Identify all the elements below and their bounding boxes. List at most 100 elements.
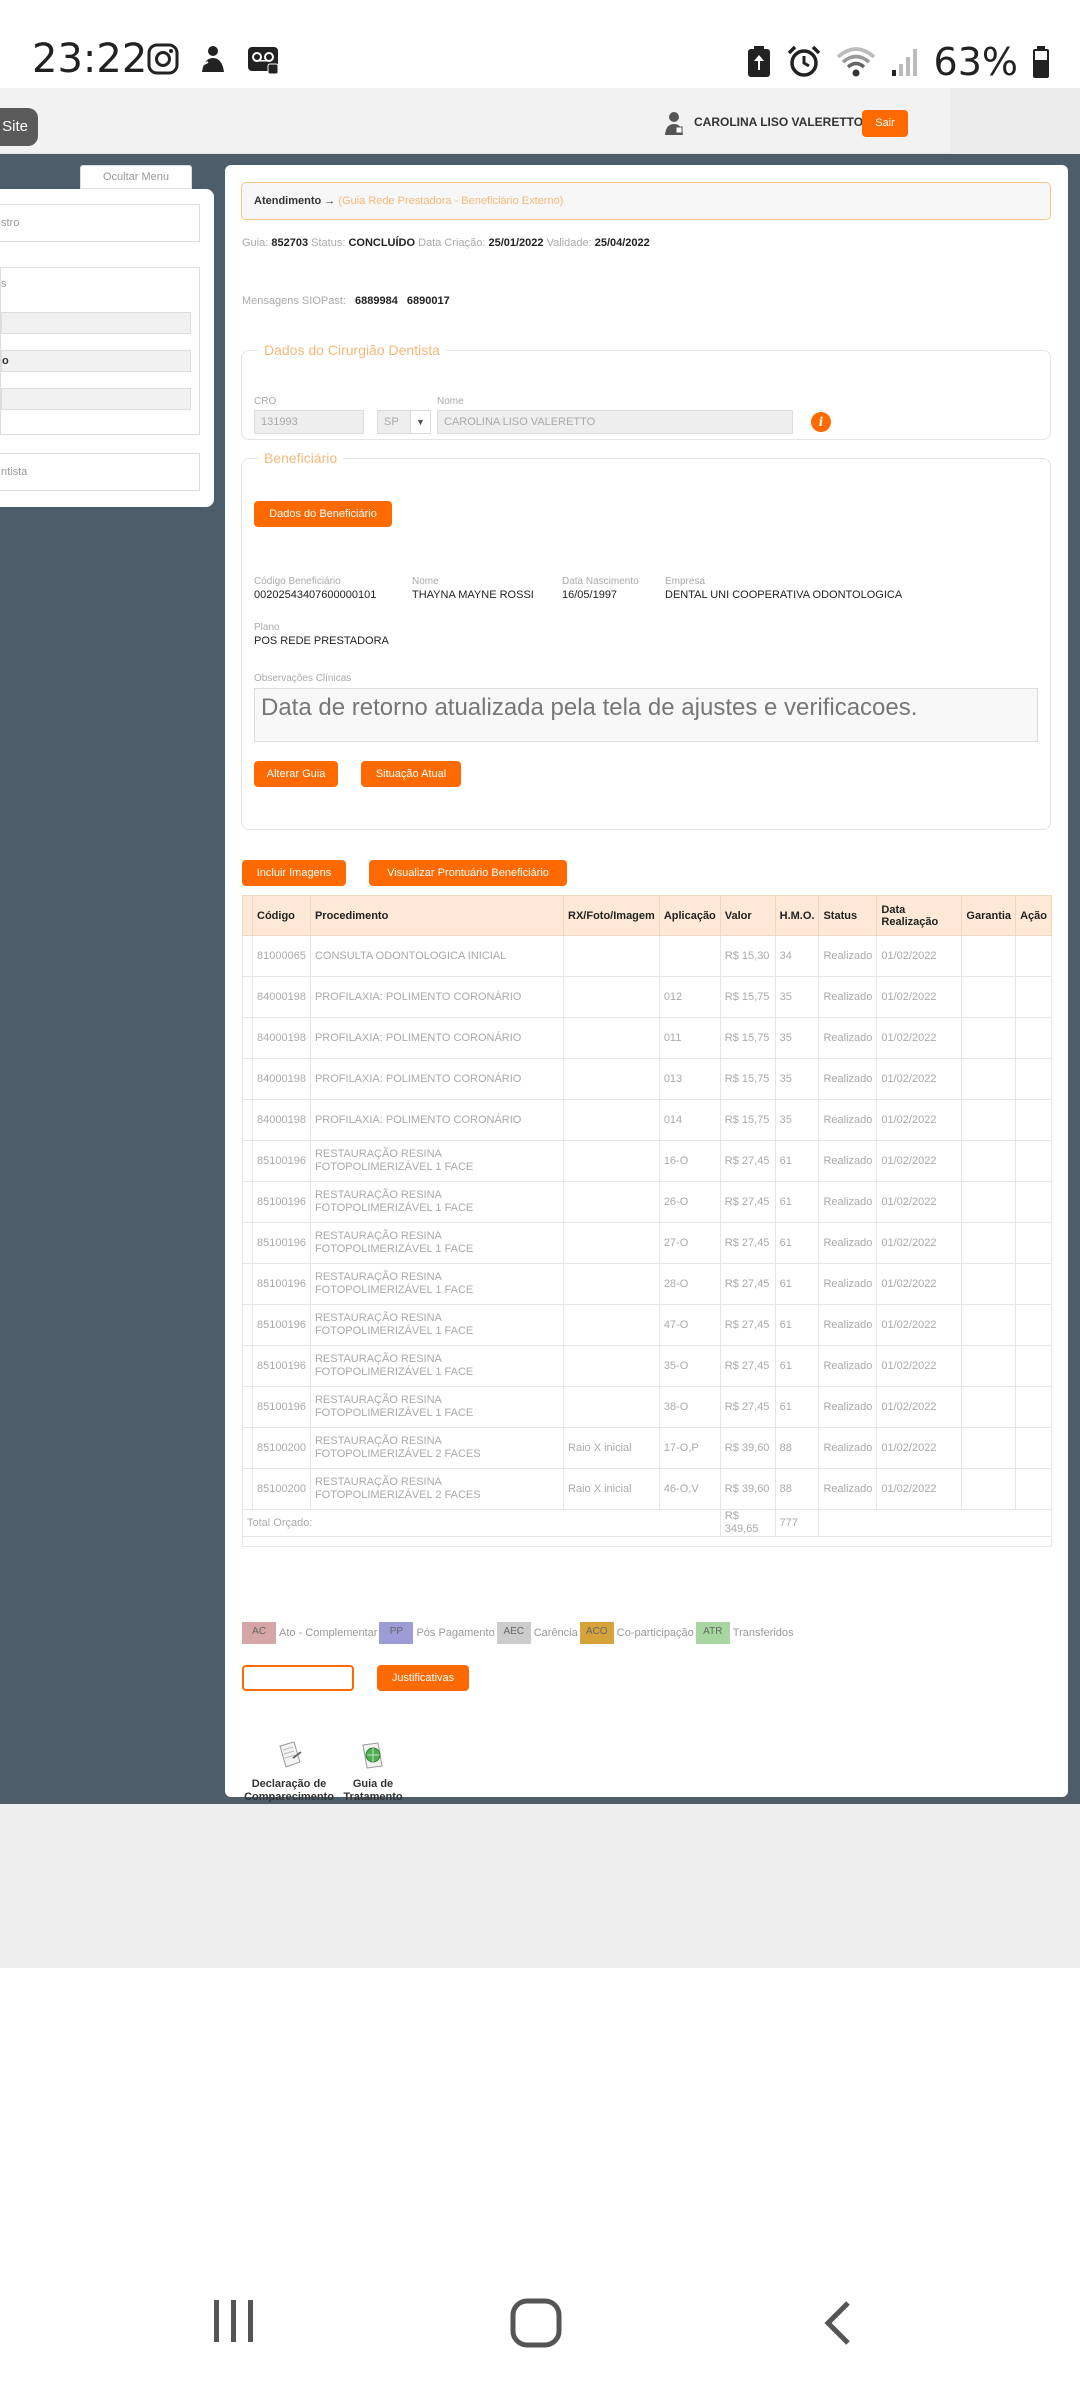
value-cell: R$ 27,45 (719, 1222, 776, 1264)
include-images-button[interactable]: Incluir Imagens (242, 860, 346, 886)
android-nav-bar (0, 2270, 1080, 2400)
application-cell: 16-O (658, 1140, 721, 1182)
sidebar-item-dentist[interactable]: ntista (0, 453, 200, 491)
created-label: Data Criação: (418, 237, 486, 249)
attendance-declaration-link[interactable]: Declaração de Comparecimento (243, 1740, 335, 1804)
procedure-cell: PROFILAXIA: POLIMENTO CORONÁRIO (309, 1099, 565, 1141)
guarantee-cell (961, 1345, 1017, 1387)
row-marker (242, 1099, 253, 1141)
action-cell[interactable] (1015, 1304, 1052, 1346)
current-situation-button[interactable]: Situação Atual (361, 761, 461, 787)
uf-select[interactable]: SP ▼ (377, 410, 431, 434)
cro-field[interactable]: 131993 (254, 410, 364, 434)
treatment-guide-link[interactable]: Guia de Tratamento (343, 1740, 403, 1804)
action-cell[interactable] (1015, 1099, 1052, 1141)
action-cell[interactable] (1015, 1468, 1052, 1510)
sidebar-filter-input-2[interactable]: o (1, 350, 191, 372)
legend-swatch: ATR (695, 1622, 730, 1644)
web-page: Site CAROLINA LISO VALERETTO Sair Oculta… (0, 88, 1080, 1968)
beneficiary-name-label: Nome (412, 576, 439, 587)
guide-info: Guia: 852703 Status: CONCLUÍDO Data Cria… (242, 237, 650, 249)
action-cell[interactable] (1015, 1181, 1052, 1223)
code-cell: 84000198 (252, 1099, 311, 1141)
procedure-cell: RESTAURAÇÃO RESINA FOTOPOLIMERIZÁVEL 1 F… (309, 1345, 565, 1387)
row-marker (242, 1140, 253, 1182)
status-legend: AC Ato - Complementar PP Pós Pagamento AEC Ca… (242, 1622, 796, 1644)
row-marker (242, 1427, 253, 1469)
value-cell: R$ 15,75 (719, 1017, 776, 1059)
logout-button[interactable]: Sair (862, 110, 908, 137)
header-hmo: H.M.O. (774, 895, 820, 936)
table-header-row: Código Procedimento RX/Foto/Imagem Aplic… (242, 895, 1052, 936)
alarm-icon (787, 45, 820, 77)
procedure-cell: RESTAURAÇÃO RESINA FOTOPOLIMERIZÁVEL 2 F… (309, 1427, 565, 1469)
page-footer-area (0, 1804, 1080, 1968)
info-icon[interactable]: i (811, 412, 831, 432)
row-marker (242, 1386, 253, 1428)
guarantee-cell (961, 1099, 1017, 1141)
hmo-cell: 34 (774, 935, 820, 977)
siopast-messages: Mensagens SIOPast: 6889984 6890017 (242, 295, 450, 307)
action-cell[interactable] (1015, 935, 1052, 977)
action-cell[interactable] (1015, 1427, 1052, 1469)
table-row: 85100200 RESTAURAÇÃO RESINA FOTOPOLIMERIZ… (242, 1468, 1052, 1510)
action-cell[interactable] (1015, 1058, 1052, 1100)
table-row: 85100196 RESTAURAÇÃO RESINA FOTOPOLIMERIZ… (242, 1345, 1052, 1387)
table-row: 84000198 PROFILAXIA: POLIMENTO CORONÁRIO 0… (242, 1099, 1052, 1141)
spacer-row (242, 1536, 1052, 1547)
code-cell: 81000065 (252, 935, 311, 977)
table-row: 85100196 RESTAURAÇÃO RESINA FOTOPOLIMERIZ… (242, 1181, 1052, 1223)
row-marker (242, 1017, 253, 1059)
justifications-button[interactable]: Justificativas (377, 1665, 469, 1691)
dentist-name-field[interactable]: CAROLINA LISO VALERETTO (437, 410, 793, 434)
row-marker (242, 935, 253, 977)
header-value: Valor (719, 895, 776, 936)
header-status: Status (818, 895, 878, 936)
view-record-button[interactable]: Visualizar Prontuário Beneficiário (369, 860, 567, 886)
beneficiary-name: THAYNA MAYNE ROSSI (412, 589, 534, 601)
hide-menu-tab[interactable]: Ocultar Menu (80, 165, 192, 189)
rx-cell (563, 1058, 660, 1100)
legend-label: Pós Pagamento (416, 1627, 495, 1639)
home-icon[interactable] (510, 2298, 562, 2348)
site-button[interactable]: Site (0, 108, 38, 146)
code-cell: 85100196 (252, 1386, 311, 1428)
clinical-notes-field[interactable]: Data de retorno atualizada pela tela de … (254, 688, 1038, 742)
table-row: 85100196 RESTAURAÇÃO RESINA FOTOPOLIMERIZ… (242, 1222, 1052, 1264)
obs-label: Observações Clínicas (254, 673, 352, 684)
header-code: Código (252, 895, 311, 936)
value-cell: R$ 15,30 (719, 935, 776, 977)
status-cell: Realizado (818, 1304, 878, 1346)
battery-percent: 63% (933, 40, 1018, 84)
action-cell[interactable] (1015, 1263, 1052, 1305)
code-cell: 85100196 (252, 1140, 311, 1182)
action-cell[interactable] (1015, 1345, 1052, 1387)
status-cell: Realizado (818, 1263, 878, 1305)
application-cell: 35-O (658, 1345, 721, 1387)
action-cell[interactable] (1015, 1017, 1052, 1059)
action-cell[interactable] (1015, 1140, 1052, 1182)
sidebar-item-register[interactable]: stro (0, 204, 200, 242)
hmo-cell: 88 (774, 1468, 820, 1510)
empty-action-field[interactable] (242, 1665, 354, 1691)
beneficiary-data-button[interactable]: Dados do Beneficiário (254, 501, 392, 527)
rx-cell: Raio X inicial (563, 1468, 660, 1510)
action-cell[interactable] (1015, 976, 1052, 1018)
application-cell: 38-O (658, 1386, 721, 1428)
value-cell: R$ 27,45 (719, 1304, 776, 1346)
globe-document-icon (362, 1742, 383, 1769)
sidebar-filter-input-1[interactable] (1, 312, 191, 334)
status-cell: Realizado (818, 1427, 878, 1469)
action-cell[interactable] (1015, 1386, 1052, 1428)
alter-guide-button[interactable]: Alterar Guia (254, 761, 338, 787)
header-guarantee: Garantia (961, 895, 1017, 936)
sidebar-filter-input-3[interactable] (1, 388, 191, 410)
recent-apps-icon[interactable] (212, 2298, 256, 2344)
status-cell: Realizado (818, 1468, 878, 1510)
company-name: DENTAL UNI COOPERATIVA ODONTOLOGICA (665, 589, 903, 601)
header-spacer (242, 895, 253, 936)
back-icon[interactable] (822, 2300, 852, 2346)
date-cell: 01/02/2022 (876, 1058, 963, 1100)
rx-cell (563, 1304, 660, 1346)
action-cell[interactable] (1015, 1222, 1052, 1264)
